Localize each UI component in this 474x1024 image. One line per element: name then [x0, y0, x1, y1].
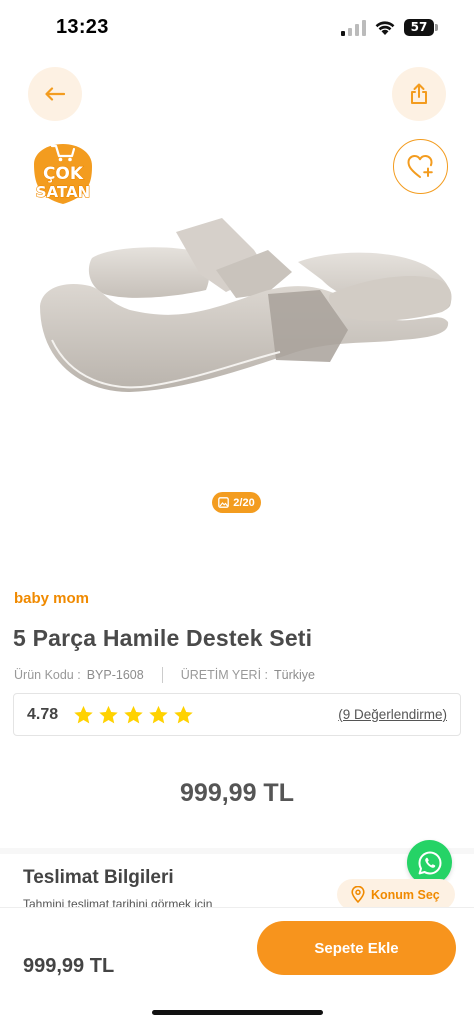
product-image[interactable]	[30, 210, 460, 410]
wifi-icon	[375, 21, 395, 35]
product-code-value: BYP-1608	[86, 668, 144, 682]
product-price: 999,99 TL	[180, 779, 294, 807]
reviews-link[interactable]: (9 Değerlendirme)	[338, 707, 447, 722]
status-time: 13:23	[56, 16, 109, 38]
product-title: 5 Parça Hamile Destek Seti	[13, 625, 313, 651]
badge-line-2: SATAN	[35, 182, 91, 201]
star-icon	[149, 705, 168, 724]
home-indicator[interactable]	[152, 1010, 323, 1015]
bottom-bar: 999,99 TL Sepete Ekle	[0, 907, 474, 1024]
whatsapp-icon	[418, 851, 441, 874]
star-icon	[74, 705, 93, 724]
star-icon	[99, 705, 118, 724]
origin-value: Türkiye	[273, 668, 315, 682]
gallery-counter-text: 2/20	[233, 496, 255, 509]
share-icon	[411, 83, 427, 104]
rating-box[interactable]: 4.78 (9 Değerlendirme)	[13, 693, 461, 736]
origin-label: ÜRETİM YERİ :	[180, 668, 268, 682]
favorite-button[interactable]	[393, 139, 448, 194]
cellular-signal-icon	[341, 20, 366, 36]
rating-value: 4.78	[27, 706, 59, 723]
best-seller-badge: ÇOK SATAN	[30, 140, 96, 208]
image-icon	[218, 497, 230, 508]
select-location-button[interactable]: Konum Seç	[337, 879, 455, 910]
status-bar: 13:23 57	[0, 0, 474, 56]
star-icon	[124, 705, 143, 724]
delivery-subtitle: Tahmini teslimat tarihini görmek için	[23, 897, 213, 907]
meta-divider	[161, 667, 163, 683]
product-code-label: Ürün Kodu :	[14, 668, 81, 682]
arrow-left-icon	[45, 87, 65, 101]
star-icon	[174, 705, 193, 724]
back-button[interactable]	[28, 67, 82, 121]
brand-link[interactable]: baby mom	[14, 590, 89, 607]
battery-icon: 57	[404, 19, 438, 36]
location-pin-icon	[351, 886, 365, 903]
share-button[interactable]	[392, 67, 446, 121]
rating-stars	[73, 705, 194, 725]
battery-level: 57	[410, 20, 428, 34]
add-to-cart-button[interactable]: Sepete Ekle	[257, 921, 456, 975]
bottom-price: 999,99 TL	[23, 955, 115, 977]
gallery-counter: 2/20	[212, 492, 261, 513]
badge-line-1: ÇOK	[42, 163, 84, 184]
section-divider	[0, 848, 474, 854]
select-location-label: Konum Seç	[371, 887, 440, 902]
product-meta: Ürün Kodu : BYP-1608 ÜRETİM YERİ : Türki…	[14, 667, 315, 683]
delivery-title: Teslimat Bilgileri	[23, 867, 174, 888]
heart-plus-icon	[407, 154, 433, 178]
